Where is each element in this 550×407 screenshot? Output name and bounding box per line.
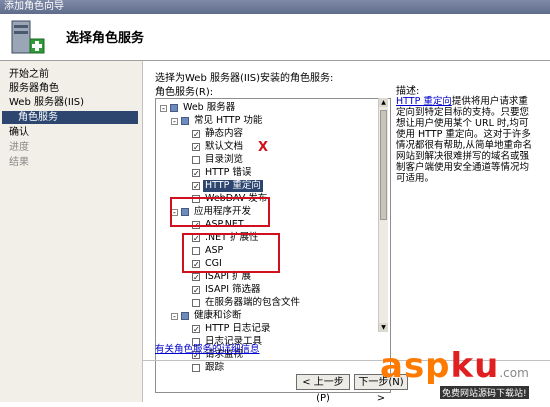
watermark-brand-suffix: .com: [499, 366, 529, 380]
tree-item[interactable]: ✓ 默认文档: [192, 141, 245, 153]
description-link[interactable]: HTTP 重定向: [396, 96, 452, 107]
step-confirmation[interactable]: 确认: [9, 126, 29, 139]
tree-item[interactable]: ✓ 静态内容: [192, 128, 245, 140]
watermark-brand-left: asp: [380, 346, 451, 386]
step-server-roles[interactable]: 服务器角色: [9, 82, 59, 95]
tree-item[interactable]: 目录浏览: [192, 154, 245, 166]
annotation-box-cgi-isapi: [182, 233, 280, 273]
annotation-box-aspnet: [170, 197, 270, 227]
checkbox[interactable]: [181, 117, 189, 125]
step-progress: 进度: [9, 142, 29, 153]
tree-scrollbar[interactable]: ▲ ▼: [378, 98, 388, 332]
tree-item-label: 健康和诊断: [194, 310, 242, 321]
tree-item[interactable]: ✓ HTTP 错误: [192, 167, 253, 179]
role-services-label: 角色服务(R):: [155, 87, 214, 98]
description-text: HTTP 重定向提供将用户请求重定向到特定目标的支持。只要您想让用户使用某个 U…: [396, 96, 536, 184]
checkbox[interactable]: [181, 312, 189, 320]
tree-item-label: HTTP 日志记录: [205, 323, 271, 334]
checkbox[interactable]: [192, 364, 200, 372]
tree-item-label: HTTP 重定向: [203, 180, 263, 192]
collapse-icon[interactable]: -: [171, 117, 178, 125]
tree-item-label: 跟踪: [205, 362, 225, 373]
scroll-thumb[interactable]: [380, 110, 387, 220]
collapse-icon[interactable]: -: [171, 312, 178, 320]
scroll-down-arrow-icon[interactable]: ▼: [379, 323, 388, 332]
checkbox[interactable]: [192, 156, 200, 164]
wizard-header: 选择角色服务: [0, 14, 550, 61]
watermark-brand-right: ku: [450, 346, 500, 386]
step-role-services[interactable]: 角色服务: [2, 111, 138, 124]
previous-button[interactable]: < 上一步(P): [296, 374, 350, 404]
step-before-you-begin[interactable]: 开始之前: [9, 68, 49, 81]
tree-item[interactable]: - 常见 HTTP 功能: [171, 115, 264, 127]
watermark-subtitle: 免费网站源码下载站!: [440, 386, 529, 399]
checkbox[interactable]: ✓: [192, 273, 200, 282]
server-add-icon: [11, 20, 45, 54]
page-title: 选择角色服务: [66, 31, 145, 46]
checkbox[interactable]: ✓: [192, 130, 200, 139]
tree-item-label: 默认文档: [205, 141, 244, 152]
tree-item[interactable]: ✓ HTTP 重定向: [192, 180, 263, 192]
watermark-logo: aspku.com 免费网站源码下载站!: [380, 346, 529, 399]
checkbox[interactable]: ✓: [192, 286, 200, 295]
description-heading: 描述:: [396, 86, 420, 97]
tree-item-label: Web 服务器: [183, 102, 236, 113]
tree-item[interactable]: ✓ ISAPI 筛选器: [192, 284, 263, 296]
tree-item[interactable]: 跟踪: [192, 362, 226, 374]
checkbox[interactable]: [192, 299, 200, 307]
tree-item[interactable]: ✓ HTTP 日志记录: [192, 323, 272, 335]
description-body: 提供将用户请求重定向到特定目标的支持。只要您想让用户使用某个 URL 时,均可使…: [396, 96, 533, 184]
annotation-x-mark: X: [258, 140, 269, 155]
tree-item-label: 静态内容: [205, 128, 244, 139]
tree-item[interactable]: - Web 服务器: [160, 102, 237, 114]
scroll-up-arrow-icon[interactable]: ▲: [379, 98, 388, 107]
window-titlebar: 添加角色向导: [0, 0, 550, 14]
wizard-steps-sidebar: 开始之前 服务器角色 Web 服务器(IIS) 角色服务 确认 进度 结果: [0, 61, 143, 402]
more-info-link[interactable]: 有关角色服务的详细信息: [155, 341, 260, 355]
tree-item-label: 在服务器端的包含文件: [205, 297, 301, 308]
checkbox[interactable]: [170, 104, 178, 112]
tree-item[interactable]: 在服务器端的包含文件: [192, 297, 302, 309]
step-web-server-iis[interactable]: Web 服务器(IIS): [9, 96, 84, 109]
checkbox[interactable]: ✓: [192, 325, 200, 334]
tree-item-label: 目录浏览: [205, 154, 244, 165]
step-results: 结果: [9, 157, 29, 168]
tree-item-label: 常见 HTTP 功能: [194, 115, 263, 126]
checkbox[interactable]: ✓: [192, 182, 200, 191]
tree-item-label: ISAPI 筛选器: [205, 284, 261, 295]
tree-item-label: HTTP 错误: [205, 167, 252, 178]
collapse-icon[interactable]: -: [160, 104, 167, 112]
tree-item[interactable]: - 健康和诊断: [171, 310, 244, 322]
checkbox[interactable]: ✓: [192, 169, 200, 178]
window-title: 添加角色向导: [4, 1, 64, 12]
checkbox[interactable]: ✓: [192, 143, 200, 152]
intro-text: 选择为Web 服务器(IIS)安装的角色服务:: [155, 73, 334, 84]
